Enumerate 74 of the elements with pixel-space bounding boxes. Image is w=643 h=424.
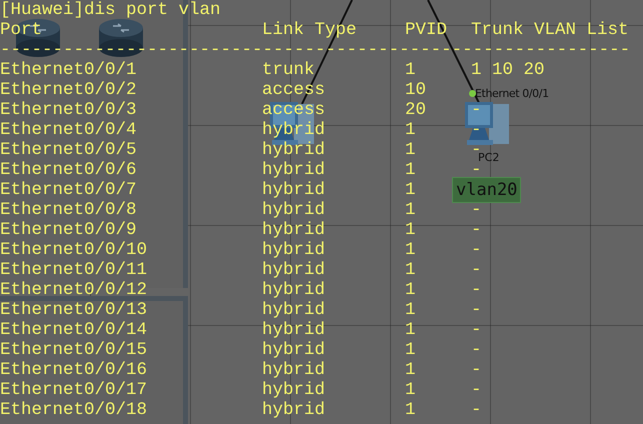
- port-cell: Ethernet0/0/13: [0, 300, 148, 320]
- column-header: Port: [0, 20, 42, 40]
- link-type-cell: access: [262, 100, 326, 120]
- trunk-vlan-cell: -: [471, 300, 482, 320]
- trunk-vlan-cell: -: [471, 200, 482, 220]
- port-cell: Ethernet0/0/5: [0, 140, 137, 160]
- port-cell: Ethernet0/0/14: [0, 320, 148, 340]
- port-cell: Ethernet0/0/2: [0, 80, 137, 100]
- pvid-cell: 1: [405, 360, 416, 380]
- trunk-vlan-cell: -: [471, 320, 482, 340]
- port-cell: Ethernet0/0/4: [0, 120, 137, 140]
- trunk-vlan-cell: -: [471, 400, 482, 420]
- trunk-vlan-cell: -: [471, 160, 482, 180]
- pvid-cell: 1: [405, 200, 416, 220]
- port-cell: Ethernet0/0/1: [0, 60, 137, 80]
- trunk-vlan-cell: -: [471, 260, 482, 280]
- port-dot: [469, 90, 476, 97]
- column-header: Trunk VLAN List: [471, 20, 629, 40]
- trunk-vlan-cell: -: [471, 280, 482, 300]
- port-cell: Ethernet0/0/6: [0, 160, 137, 180]
- pvid-cell: 1: [405, 120, 416, 140]
- port-cell: Ethernet0/0/11: [0, 260, 148, 280]
- vlan-label: vlan20: [452, 177, 522, 203]
- link-type-cell: hybrid: [262, 240, 326, 260]
- port-cell: Ethernet0/0/17: [0, 380, 148, 400]
- port-cell: Ethernet0/0/10: [0, 240, 148, 260]
- port-cell: Ethernet0/0/7: [0, 180, 137, 200]
- link-type-cell: hybrid: [262, 200, 326, 220]
- link-type-cell: hybrid: [262, 380, 326, 400]
- link-type-cell: hybrid: [262, 360, 326, 380]
- port-cell: Ethernet0/0/16: [0, 360, 148, 380]
- pvid-cell: 1: [405, 280, 416, 300]
- link-type-cell: hybrid: [262, 280, 326, 300]
- trunk-vlan-cell: -: [471, 360, 482, 380]
- link-type-cell: hybrid: [262, 260, 326, 280]
- pvid-cell: 1: [405, 160, 416, 180]
- trunk-vlan-cell: -: [471, 380, 482, 400]
- port-cell: Ethernet0/0/18: [0, 400, 148, 420]
- pvid-cell: 20: [405, 100, 426, 120]
- trunk-vlan-cell: 1 10 20: [471, 60, 545, 80]
- port-cell: Ethernet0/0/12: [0, 280, 148, 300]
- link-type-cell: hybrid: [262, 340, 326, 360]
- pvid-cell: 1: [405, 320, 416, 340]
- link-type-cell: hybrid: [262, 180, 326, 200]
- pvid-cell: 1: [405, 180, 416, 200]
- pvid-cell: 1: [405, 60, 416, 80]
- link-type-cell: trunk: [262, 60, 315, 80]
- pvid-cell: 1: [405, 220, 416, 240]
- pvid-cell: 1: [405, 260, 416, 280]
- link-type-cell: hybrid: [262, 300, 326, 320]
- link-type-cell: hybrid: [262, 400, 326, 420]
- link-type-cell: hybrid: [262, 120, 326, 140]
- command-line: [Huawei]dis port vlan: [0, 0, 221, 20]
- link-type-cell: hybrid: [262, 160, 326, 180]
- pvid-cell: 1: [405, 240, 416, 260]
- port-label: Ethernet 0/0/1: [475, 87, 549, 100]
- pvid-cell: 1: [405, 140, 416, 160]
- pvid-cell: 1: [405, 380, 416, 400]
- trunk-vlan-cell: -: [471, 220, 482, 240]
- port-cell: Ethernet0/0/8: [0, 200, 137, 220]
- port-cell: Ethernet0/0/3: [0, 100, 137, 120]
- trunk-vlan-cell: -: [471, 120, 482, 140]
- link-type-cell: hybrid: [262, 320, 326, 340]
- pvid-cell: 10: [405, 80, 426, 100]
- port-cell: Ethernet0/0/15: [0, 340, 148, 360]
- link-type-cell: hybrid: [262, 220, 326, 240]
- pvid-cell: 1: [405, 340, 416, 360]
- port-cell: Ethernet0/0/9: [0, 220, 137, 240]
- trunk-vlan-cell: -: [471, 340, 482, 360]
- pvid-cell: 1: [405, 300, 416, 320]
- link-type-cell: hybrid: [262, 140, 326, 160]
- trunk-vlan-cell: -: [471, 240, 482, 260]
- pvid-cell: 1: [405, 400, 416, 420]
- trunk-vlan-cell: -: [471, 100, 482, 120]
